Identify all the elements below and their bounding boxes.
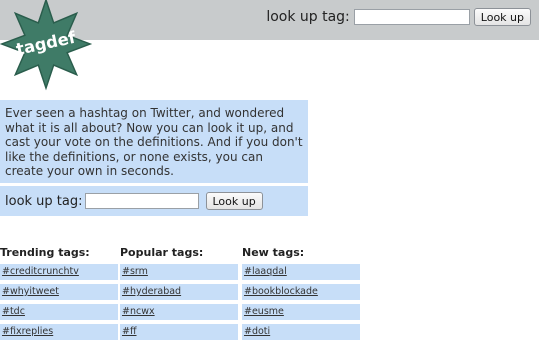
popular-tag-link[interactable]: #ncwx: [120, 304, 238, 320]
popular-tag-link[interactable]: #ff: [120, 324, 238, 340]
trending-tag-link[interactable]: #tdc: [0, 304, 118, 320]
main-search-label: look up tag:: [5, 193, 83, 209]
new-tag-link[interactable]: #bookblockade: [242, 284, 360, 300]
header-search-label: look up tag:: [266, 9, 350, 25]
trending-tags-title: Trending tags:: [0, 246, 90, 259]
new-tags-title: New tags:: [242, 246, 305, 259]
trending-tag-link[interactable]: #creditcrunchtv: [0, 264, 118, 280]
new-tags-column: New tags: #laaqdal #bookblockade #eusme …: [242, 246, 360, 344]
popular-tag-link[interactable]: #hyderabad: [120, 284, 238, 300]
main-search-input[interactable]: [84, 193, 199, 209]
intro-panel: Ever seen a hashtag on Twitter, and wond…: [0, 100, 308, 183]
trending-tag-link[interactable]: #fixreplies: [0, 324, 118, 340]
tagdef-logo[interactable]: tagdef: [0, 0, 94, 92]
new-tag-link[interactable]: #laaqdal: [242, 264, 360, 280]
header-search: look up tag: Look up: [266, 8, 531, 26]
main-search: look up tag: Look up: [0, 186, 308, 216]
intro-text: Ever seen a hashtag on Twitter, and wond…: [5, 106, 303, 178]
new-tag-link[interactable]: #eusme: [242, 304, 360, 320]
trending-tags-column: Trending tags: #creditcrunchtv #whyitwee…: [0, 246, 118, 344]
popular-tags-column: Popular tags: #srm #hyderabad #ncwx #ff: [120, 246, 238, 344]
trending-tag-link[interactable]: #whyitweet: [0, 284, 118, 300]
main-lookup-button[interactable]: Look up: [205, 192, 263, 210]
header-search-input[interactable]: [353, 9, 470, 25]
header-lookup-button[interactable]: Look up: [473, 8, 531, 26]
new-tag-link[interactable]: #doti: [242, 324, 360, 340]
popular-tag-link[interactable]: #srm: [120, 264, 238, 280]
popular-tags-title: Popular tags:: [120, 246, 204, 259]
